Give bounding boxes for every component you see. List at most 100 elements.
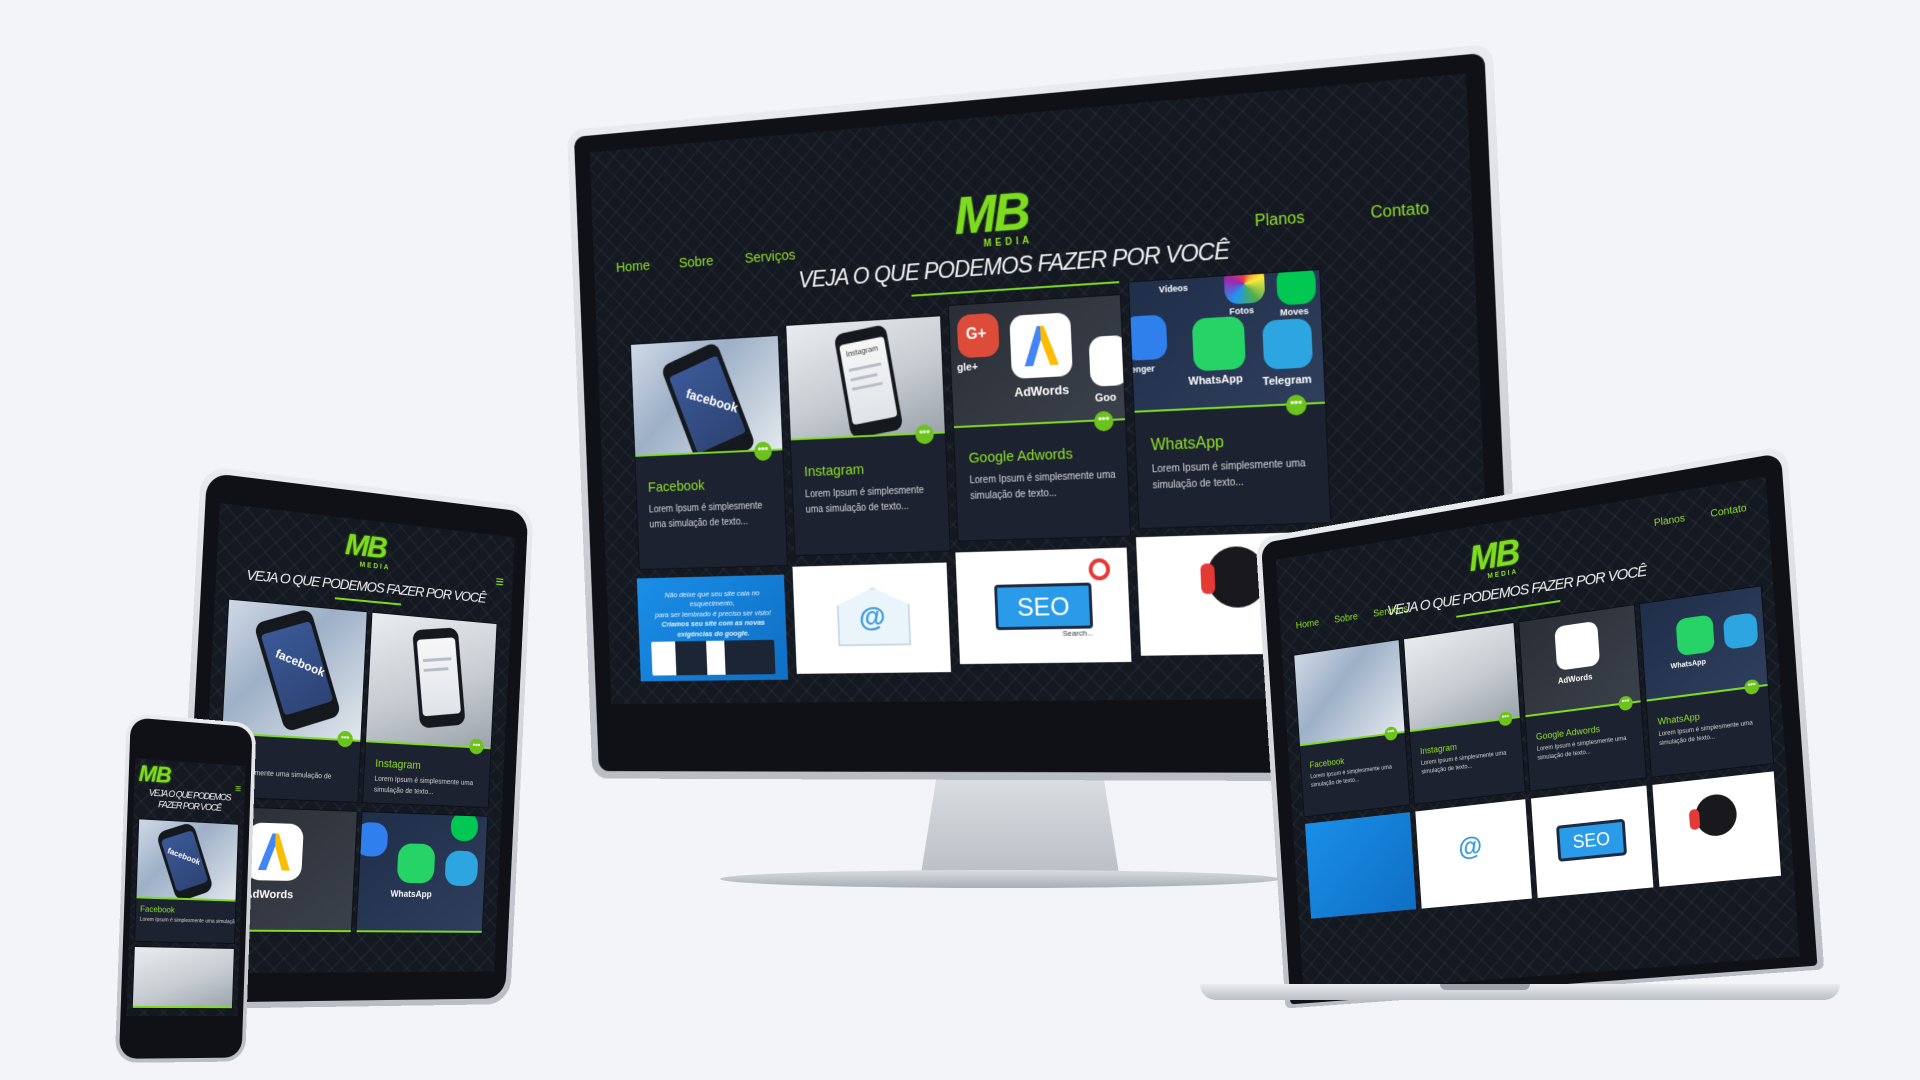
telegram-icon bbox=[444, 850, 478, 886]
nav-planos[interactable]: Planos bbox=[1254, 209, 1305, 231]
facebook-image: facebook bbox=[222, 600, 367, 742]
page-headline: VEJA O QUE PODEMOS FAZER POR VOCÊ bbox=[134, 787, 245, 816]
laptop-screen: Home Sobre Serviços Planos Contato MB ME… bbox=[1276, 476, 1800, 993]
laptop-device: Home Sobre Serviços Planos Contato MB ME… bbox=[1200, 490, 1840, 1030]
target-icon bbox=[1088, 558, 1110, 581]
more-button[interactable]: ••• bbox=[1384, 726, 1398, 741]
nav-planos[interactable]: Planos bbox=[1654, 513, 1686, 529]
messenger-icon bbox=[1129, 314, 1168, 361]
whatsapp-image: Vídeos Fotos Moves enger WhatsApp Telegr… bbox=[1129, 270, 1325, 413]
instagram-image bbox=[133, 947, 234, 1008]
support-agent-icon bbox=[1694, 792, 1738, 838]
service-card-facebook[interactable]: facebook Facebook Lorem Ipsum é simplesm… bbox=[135, 819, 238, 943]
more-button[interactable]: ••• bbox=[1618, 695, 1633, 711]
messenger-icon bbox=[357, 822, 389, 857]
whatsapp-icon bbox=[397, 843, 436, 883]
promo-line: Criamos seu site com as novas exigências… bbox=[650, 618, 777, 640]
whatsapp-icon bbox=[1676, 614, 1715, 656]
whatsapp-icon bbox=[1192, 316, 1246, 372]
facebook-screen: facebook bbox=[669, 355, 746, 454]
card-title: Facebook bbox=[1309, 756, 1344, 770]
card-title: Facebook bbox=[140, 905, 175, 915]
monitor-base bbox=[720, 870, 1280, 888]
google-plus-label: gle+ bbox=[957, 361, 978, 374]
message-line bbox=[849, 362, 882, 371]
more-button[interactable]: ••• bbox=[1094, 411, 1114, 432]
service-card-facebook[interactable]: facebook ••• Facebook Lorem Ipsum é simp… bbox=[631, 336, 787, 569]
laptop-lid: Home Sobre Serviços Planos Contato MB ME… bbox=[1256, 445, 1825, 1008]
fotos-label: Fotos bbox=[1229, 305, 1254, 317]
more-button[interactable]: ••• bbox=[1286, 394, 1307, 415]
adwords-a-shape bbox=[258, 833, 292, 871]
more-button[interactable]: ••• bbox=[1744, 679, 1760, 695]
card-text: Lorem Ipsum é simplesmente uma simulação… bbox=[140, 917, 229, 927]
service-card-instagram[interactable]: Instagram ••• Instagram Lorem Ipsum é si… bbox=[786, 316, 949, 555]
nav-sobre[interactable]: Sobre bbox=[679, 253, 714, 271]
promo-line: Não deixe que seu site caia no esquecime… bbox=[649, 588, 776, 611]
site-logo[interactable]: MB bbox=[138, 761, 171, 789]
page-headline: VEJA O QUE PODEMOS FAZER POR VOCÊ bbox=[595, 220, 1474, 308]
email-marketing-tile[interactable]: @ bbox=[792, 563, 951, 674]
telegram-label: Telegram bbox=[1262, 374, 1311, 389]
seo-board: SEO bbox=[1556, 819, 1627, 862]
seo-tile[interactable]: SEO Search... bbox=[955, 548, 1131, 665]
facebook-wordmark: facebook bbox=[273, 646, 326, 679]
message-line bbox=[852, 382, 883, 391]
card-title: Google Adwords bbox=[968, 446, 1073, 467]
service-card-adwords[interactable]: AdWords ••• Google Adwords Lorem Ipsum é… bbox=[1519, 605, 1646, 790]
site-logo[interactable]: MB bbox=[344, 528, 386, 566]
videos-label: Vídeos bbox=[1159, 283, 1189, 295]
more-button[interactable]: ••• bbox=[469, 738, 484, 754]
promo-banner[interactable]: Não deixe que seu site caia no esquecime… bbox=[637, 575, 788, 682]
laptop-notch bbox=[1440, 984, 1530, 990]
card-text: Lorem Ipsum é simplesmente uma simulação… bbox=[374, 775, 482, 801]
site-logo-sub: MEDIA bbox=[359, 562, 390, 572]
facebook-wordmark: facebook bbox=[166, 846, 201, 867]
telegram-icon bbox=[1262, 318, 1313, 370]
adwords-a-shape bbox=[1023, 325, 1059, 367]
instagram-screen bbox=[417, 637, 461, 716]
facebook-wordmark: facebook bbox=[685, 386, 740, 416]
service-card-instagram[interactable]: ••• Instagram Lorem Ipsum é simplesmente… bbox=[1404, 623, 1525, 804]
seo-tile[interactable]: SEO bbox=[1531, 786, 1653, 898]
adwords-label: AdWords bbox=[1558, 672, 1593, 686]
more-button[interactable]: ••• bbox=[337, 731, 353, 748]
message-line bbox=[424, 667, 449, 672]
more-button[interactable]: ••• bbox=[754, 441, 772, 461]
instagram-image: Instagram bbox=[786, 316, 945, 440]
card-title: WhatsApp bbox=[1150, 434, 1224, 455]
promo-text: Não deixe que seu site caia no esquecime… bbox=[649, 588, 778, 640]
instagram-image bbox=[366, 613, 497, 749]
phone-icon: facebook bbox=[660, 341, 756, 457]
adwords-image: G+ gle+ AdWords Goo bbox=[949, 295, 1125, 428]
phone-icon: facebook bbox=[156, 822, 215, 902]
email-marketing-tile[interactable]: @ bbox=[1415, 799, 1532, 908]
more-button[interactable]: ••• bbox=[1498, 711, 1512, 727]
nav-contato[interactable]: Contato bbox=[1710, 503, 1747, 520]
instagram-wordmark: Instagram bbox=[845, 344, 878, 359]
google-plus-glyph: G+ bbox=[966, 325, 987, 344]
service-card-adwords[interactable]: G+ gle+ AdWords Goo ••• Google Adwords L… bbox=[949, 295, 1130, 541]
phone-icon: Instagram bbox=[834, 324, 904, 439]
more-button[interactable]: ••• bbox=[915, 424, 934, 444]
service-card-whatsapp[interactable]: WhatsApp bbox=[357, 812, 488, 933]
promo-banner[interactable] bbox=[1305, 812, 1416, 919]
adwords-icon bbox=[1009, 312, 1073, 379]
nav-home[interactable]: Home bbox=[616, 258, 650, 276]
support-tile[interactable] bbox=[1652, 771, 1781, 887]
service-card-instagram[interactable] bbox=[133, 947, 234, 1008]
service-card-facebook[interactable]: ••• Facebook Lorem Ipsum é simplesmente … bbox=[1294, 640, 1409, 816]
service-card-instagram[interactable]: ••• Instagram Lorem Ipsum é simplesmente… bbox=[363, 613, 497, 807]
nav-contato[interactable]: Contato bbox=[1370, 200, 1430, 223]
phone-screen: MB ≡ VEJA O QUE PODEMOS FAZER POR VOCÊ f… bbox=[126, 758, 245, 1016]
nav-servicos[interactable]: Serviços bbox=[744, 247, 795, 267]
google-plus-icon: G+ bbox=[957, 313, 1000, 359]
moves-label: Moves bbox=[1280, 306, 1309, 318]
google-icon bbox=[1089, 335, 1126, 387]
smartphone-device: MB ≡ VEJA O QUE PODEMOS FAZER POR VOCÊ f… bbox=[115, 713, 257, 1063]
service-card-whatsapp[interactable]: WhatsApp ••• WhatsApp Lorem Ipsum é simp… bbox=[1640, 586, 1773, 776]
menu-icon[interactable]: ≡ bbox=[495, 574, 504, 592]
facebook-image: facebook bbox=[631, 336, 782, 457]
moves-icon bbox=[450, 812, 478, 841]
card-text: Lorem Ipsum é simplesmente uma simulação… bbox=[1152, 456, 1317, 494]
